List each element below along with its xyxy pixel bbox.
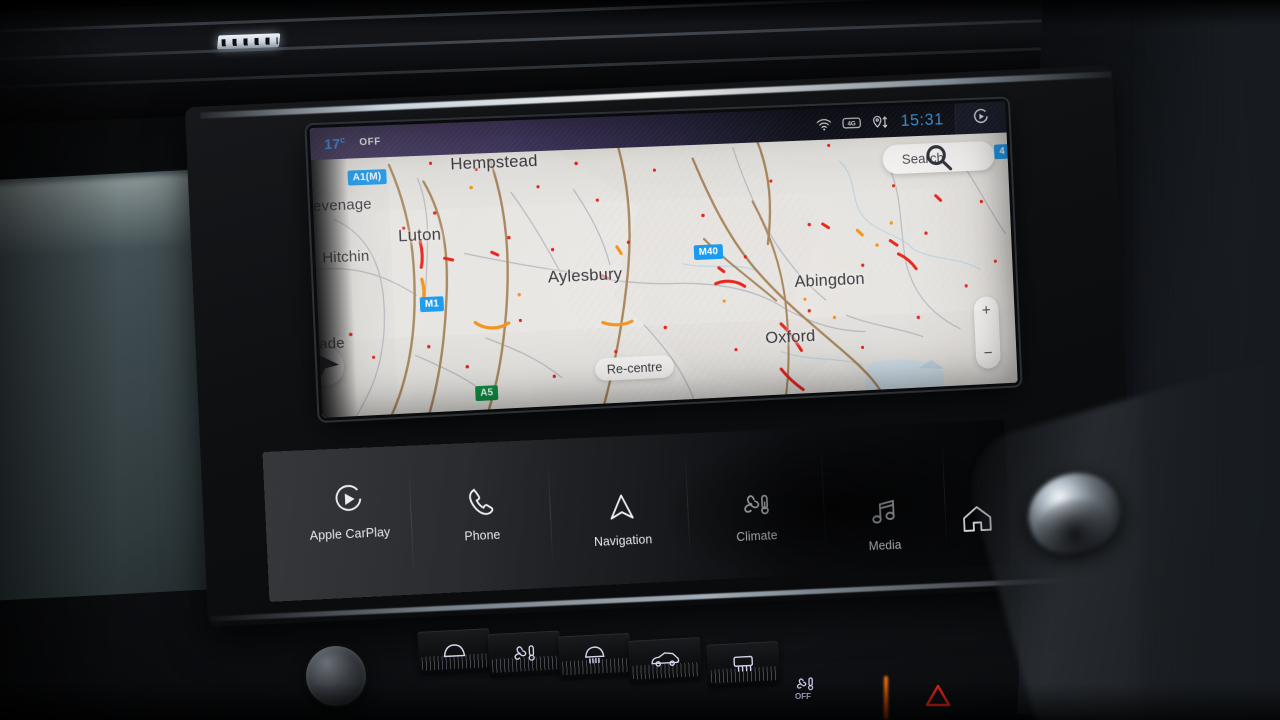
temperature-readout[interactable]: 17c <box>324 134 346 151</box>
re-centre-button[interactable]: Re-centre <box>594 354 675 382</box>
music-note-icon <box>829 494 938 535</box>
carplay-icon <box>972 107 991 129</box>
climate-state-label[interactable]: OFF <box>359 136 381 148</box>
hw-button-recirculate[interactable] <box>627 637 703 683</box>
navigation-arrow-icon <box>561 489 683 531</box>
carplay-status-button[interactable] <box>954 101 1007 135</box>
toolbar-item-apple-carplay[interactable]: Apple CarPlay <box>286 479 412 545</box>
temperature-unit: c <box>339 134 346 145</box>
toolbar-item-navigation[interactable]: Navigation <box>561 489 684 553</box>
button-grip <box>491 655 559 674</box>
road-shield-m40: M40 <box>693 244 724 261</box>
toolbar-divider <box>941 439 948 549</box>
foreground-shadow-top <box>0 0 1280 26</box>
zoom-in-button[interactable]: + <box>981 302 991 319</box>
road-shield-a1m: A1(M) <box>347 169 387 186</box>
temperature-value: 17 <box>323 135 341 152</box>
toolbar-label-media: Media <box>868 537 902 554</box>
toolbar-item-climate[interactable]: Climate <box>698 489 813 548</box>
toolbar-item-phone[interactable]: Phone <box>425 484 537 548</box>
4g-icon: 4G <box>842 116 862 130</box>
toolbar-item-media[interactable]: Media <box>829 494 939 557</box>
toolbar-label-apple-carplay: Apple CarPlay <box>309 525 391 543</box>
button-grip <box>710 666 778 684</box>
toolbar-label-climate: Climate <box>736 528 778 545</box>
infotainment-screen[interactable]: 17c OFF 4G 15:31 Hempstead evenage Luton… <box>309 101 1018 418</box>
foreground-shadow-left <box>0 0 120 720</box>
toolbar-label-navigation: Navigation <box>593 532 653 550</box>
phone-icon <box>425 484 536 526</box>
zoom-out-button[interactable]: − <box>983 345 993 362</box>
wifi-icon <box>816 117 832 130</box>
hw-button-fan[interactable] <box>487 630 562 677</box>
clock: 15:31 <box>900 109 945 130</box>
foreground-shadow-bottom <box>0 684 1280 720</box>
hw-button-windscreen[interactable] <box>417 628 492 674</box>
hw-button-front-defrost[interactable] <box>557 632 632 679</box>
button-grip <box>561 657 629 676</box>
button-grip <box>632 662 699 680</box>
toolbar-divider <box>547 457 554 568</box>
toolbar-label-phone: Phone <box>464 527 501 544</box>
svg-text:4G: 4G <box>848 120 856 127</box>
car-infotainment-photo: 17c OFF 4G 15:31 Hempstead evenage Luton… <box>0 0 1280 720</box>
foreground-shadow-right <box>1140 0 1280 720</box>
road-shield-a5: A5 <box>475 385 499 402</box>
map-zoom-controls[interactable]: + − <box>973 296 1002 370</box>
toolbar-divider <box>684 451 691 562</box>
carplay-icon <box>286 479 411 523</box>
toolbar-divider <box>820 445 827 555</box>
road-shield-m1: M1 <box>419 296 445 313</box>
map-view[interactable]: Hempstead evenage Luton Hitchin ade Ayle… <box>310 132 1018 418</box>
location-icon <box>872 114 890 129</box>
button-grip <box>421 653 489 671</box>
climate-fan-icon <box>698 489 812 527</box>
hw-button-rear-defrost[interactable] <box>706 641 781 687</box>
search-button[interactable]: Search <box>882 140 996 175</box>
status-icons: 4G <box>816 114 889 131</box>
